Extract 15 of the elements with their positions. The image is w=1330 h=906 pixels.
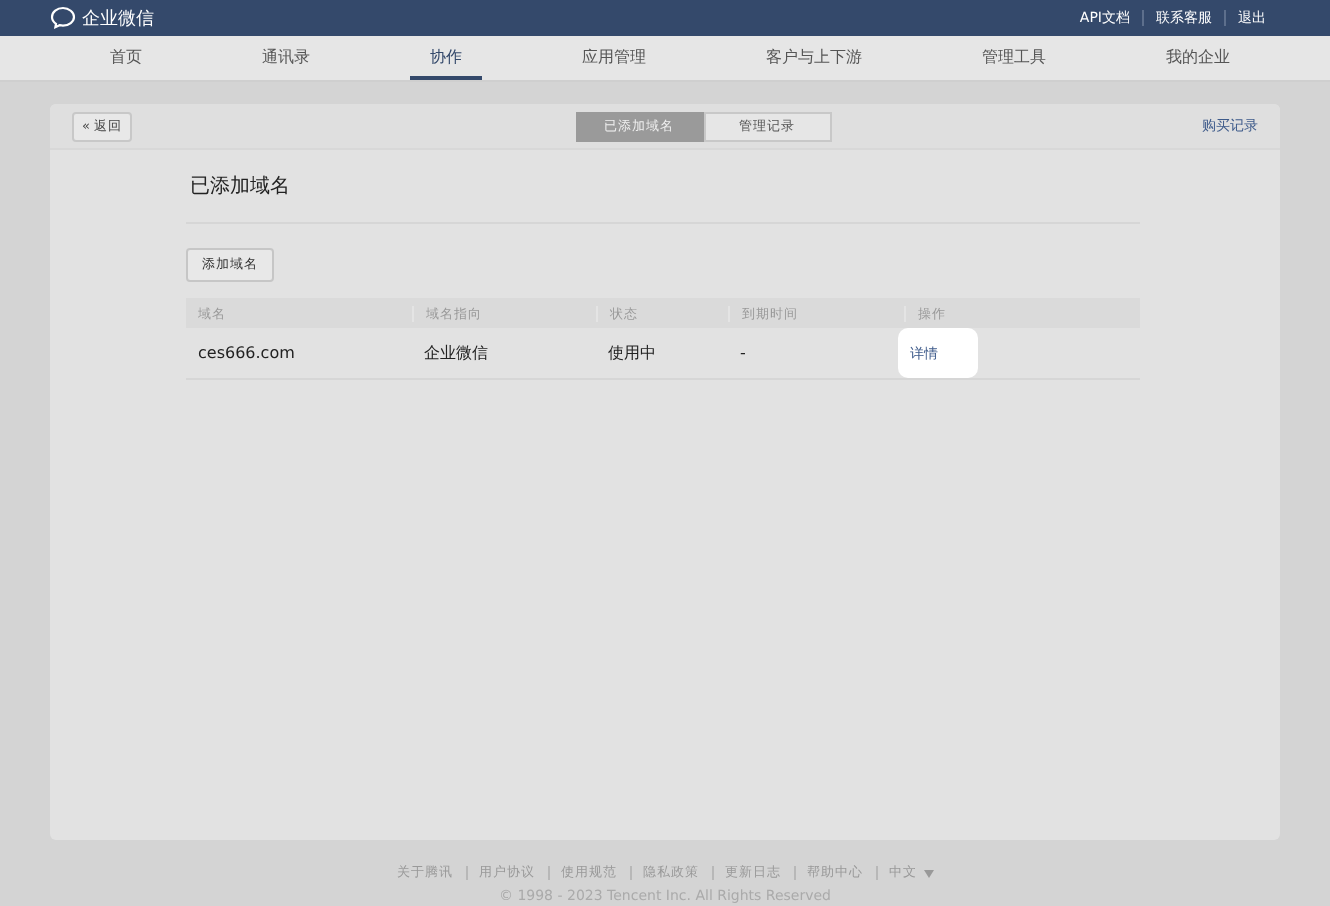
table-cell-text: 使用中 xyxy=(606,342,658,364)
nav-tab[interactable]: 应用管理 xyxy=(562,36,666,80)
table-cell-text: ces666.com xyxy=(196,344,297,362)
nav-tab[interactable]: 我的企业 xyxy=(1146,36,1250,80)
nav-tab[interactable]: 客户与上下游 xyxy=(746,36,882,80)
nav-tab[interactable]: 通讯录 xyxy=(242,36,330,80)
caret-icon xyxy=(923,869,933,877)
nav-tab[interactable]: 协作 xyxy=(410,36,482,80)
table-cell-text: - xyxy=(738,344,748,362)
brand-name: 企业微信 xyxy=(82,7,154,31)
chat-bubble-icon xyxy=(50,6,76,30)
nav-tab[interactable]: 首页 xyxy=(90,36,162,80)
table-cell-text: 企业微信 xyxy=(422,342,490,364)
nav-tab[interactable]: 管理工具 xyxy=(962,36,1066,80)
section-title: 已添加域名 xyxy=(186,150,1140,224)
